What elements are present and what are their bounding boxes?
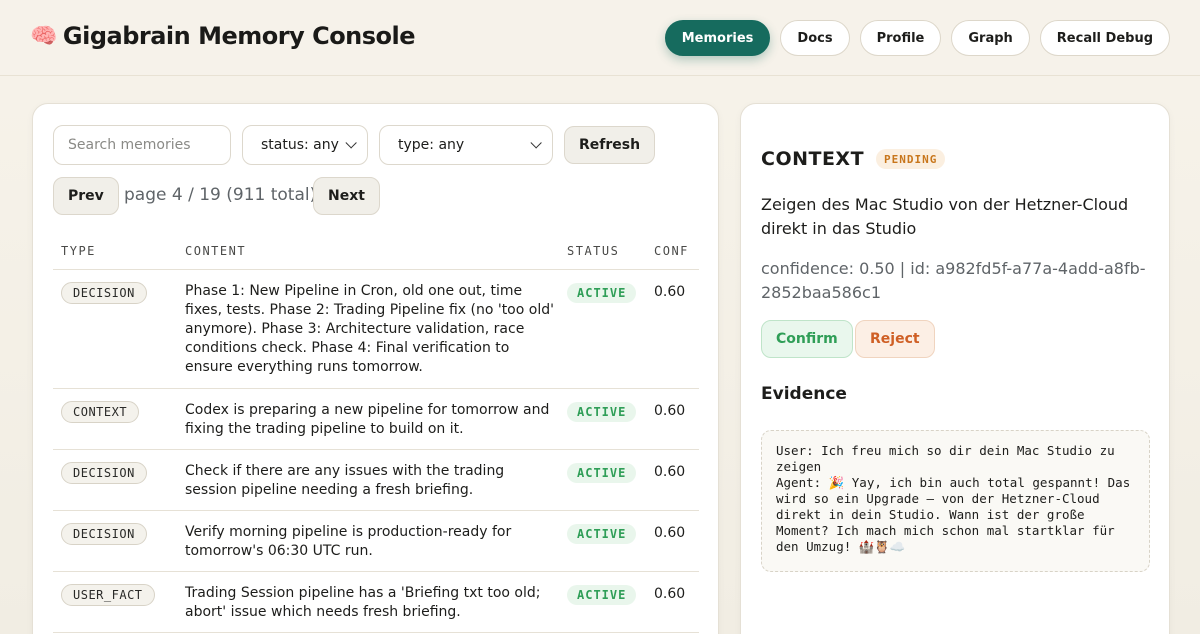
confidence-value: 0.60 (654, 525, 686, 541)
memory-content: Check if there are any issues with the t… (185, 463, 505, 498)
memory-content: Phase 1: New Pipeline in Cron, old one o… (185, 283, 554, 375)
column-header-type: TYPE (61, 244, 96, 258)
nav-docs-button[interactable]: Docs (780, 20, 850, 56)
table-row[interactable]: USER_FACT Trading Session pipeline has a… (53, 572, 699, 633)
table-row[interactable]: CONTEXT Codex is preparing a new pipelin… (53, 389, 699, 450)
status-badge: ACTIVE (567, 585, 637, 605)
status-badge: ACTIVE (567, 283, 637, 303)
type-filter-value: type: any (398, 137, 465, 153)
pending-badge: PENDING (876, 149, 946, 169)
reject-button[interactable]: Reject (855, 320, 935, 358)
confidence-value: 0.60 (654, 403, 686, 419)
brain-icon: 🧠 (30, 23, 57, 49)
nav-memories-button[interactable]: Memories (664, 20, 771, 56)
nav-graph-button[interactable]: Graph (951, 20, 1030, 56)
search-input[interactable] (53, 125, 231, 165)
type-pill: DECISION (61, 282, 147, 304)
next-page-button[interactable]: Next (313, 177, 380, 215)
chevron-down-icon (530, 137, 542, 149)
top-nav: Memories Docs Profile Graph Recall Debug (664, 20, 1170, 56)
type-pill: CONTEXT (61, 401, 140, 423)
confidence-value: 0.60 (654, 464, 686, 480)
column-header-conf: CONF (654, 244, 689, 258)
status-filter-value: status: any (261, 137, 339, 153)
status-filter-select[interactable]: status: any (242, 125, 368, 165)
nav-profile-button[interactable]: Profile (859, 20, 942, 56)
confirm-button[interactable]: Confirm (761, 320, 853, 358)
evidence-block: User: Ich freu mich so dir dein Mac Stud… (761, 430, 1150, 572)
type-pill: DECISION (61, 462, 147, 484)
status-badge: ACTIVE (567, 402, 637, 422)
detail-type: CONTEXT (761, 148, 865, 170)
type-pill: DECISION (61, 523, 147, 545)
app-header: 🧠 Gigabrain Memory Console Memories Docs… (0, 0, 1200, 76)
memory-table: DECISION Phase 1: New Pipeline in Cron, … (53, 270, 699, 633)
column-header-status: STATUS (567, 244, 620, 258)
confidence-value: 0.60 (654, 586, 686, 602)
type-pill: USER_FACT (61, 584, 155, 606)
status-badge: ACTIVE (567, 524, 637, 544)
table-row[interactable]: DECISION Phase 1: New Pipeline in Cron, … (53, 270, 699, 389)
detail-meta: confidence: 0.50 | id: a982fd5f-a77a-4ad… (761, 259, 1146, 302)
brand: 🧠 Gigabrain Memory Console (30, 22, 416, 50)
table-header: TYPE CONTENT STATUS CONF (53, 236, 699, 270)
evidence-heading: Evidence (761, 384, 847, 404)
page-info: page 4 / 19 (911 total) (124, 185, 317, 205)
type-filter-select[interactable]: type: any (379, 125, 553, 165)
column-header-content: CONTENT (185, 244, 247, 258)
confidence-value: 0.60 (654, 284, 686, 300)
app-title: Gigabrain Memory Console (62, 22, 416, 50)
nav-recall-debug-button[interactable]: Recall Debug (1039, 20, 1170, 56)
status-badge: ACTIVE (567, 463, 637, 483)
memory-detail-panel: CONTEXT PENDING Zeigen des Mac Studio vo… (740, 103, 1170, 634)
chevron-down-icon (345, 137, 357, 149)
detail-content: Zeigen des Mac Studio von der Hetzner-Cl… (761, 195, 1129, 238)
refresh-button[interactable]: Refresh (564, 126, 656, 164)
prev-page-button[interactable]: Prev (53, 177, 119, 215)
memory-content: Verify morning pipeline is production-re… (185, 524, 512, 559)
detail-title: CONTEXT PENDING (761, 148, 946, 170)
table-row[interactable]: DECISION Verify morning pipeline is prod… (53, 511, 699, 572)
memories-panel: status: any type: any Refresh Prev page … (32, 103, 719, 634)
memory-content: Trading Session pipeline has a 'Briefing… (185, 585, 541, 620)
memory-content: Codex is preparing a new pipeline for to… (185, 402, 550, 437)
table-row[interactable]: DECISION Check if there are any issues w… (53, 450, 699, 511)
